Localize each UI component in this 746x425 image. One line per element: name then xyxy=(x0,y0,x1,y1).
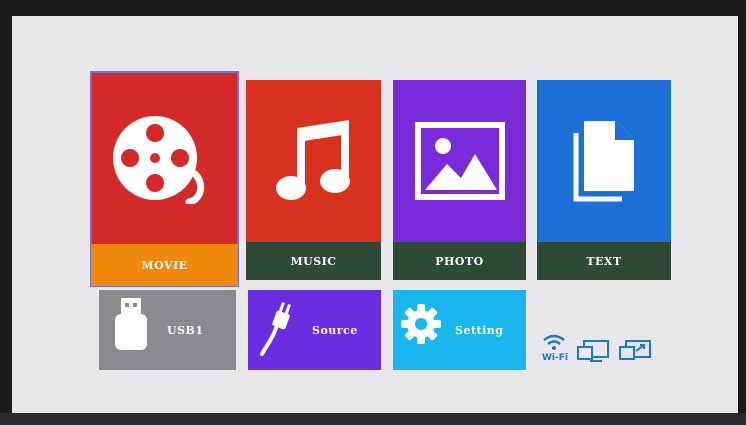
music-note-icon xyxy=(275,120,350,200)
text-label: TEXT xyxy=(537,242,671,280)
plug-cable-icon xyxy=(260,302,291,356)
photo-frame-icon xyxy=(414,122,505,200)
music-label: MUSIC xyxy=(246,242,381,280)
screen-mirror-icon[interactable] xyxy=(576,339,610,363)
photo-tile[interactable]: PHOTO xyxy=(393,80,526,280)
document-icon xyxy=(573,121,634,202)
setting-tile[interactable]: Setting xyxy=(393,290,526,370)
wifi-icon xyxy=(543,334,565,350)
photo-label: PHOTO xyxy=(393,242,526,280)
usb1-tile[interactable]: USB1 xyxy=(99,290,236,370)
wifi-label: Wi-Fi xyxy=(542,353,568,363)
source-label: Source xyxy=(312,323,358,337)
source-tile[interactable]: Source xyxy=(248,290,381,370)
usb-drive-icon xyxy=(115,298,147,350)
wifi-status[interactable]: Wi-Fi xyxy=(542,334,568,363)
text-tile[interactable]: TEXT xyxy=(537,80,671,280)
projector-screen: MOVIE MUSIC PHOTO TEXT USB1 Source Setti… xyxy=(12,16,738,413)
movie-label: MOVIE xyxy=(91,244,238,286)
status-bar: Wi-Fi xyxy=(542,334,652,363)
movie-tile[interactable]: MOVIE xyxy=(90,71,239,287)
projector-bezel xyxy=(0,413,746,425)
music-tile[interactable]: MUSIC xyxy=(246,80,381,280)
setting-label: Setting xyxy=(455,323,504,337)
usb1-label: USB1 xyxy=(167,323,204,337)
screen-share-icon[interactable] xyxy=(618,339,652,363)
film-reel-icon xyxy=(112,116,204,204)
gear-icon xyxy=(401,304,441,344)
